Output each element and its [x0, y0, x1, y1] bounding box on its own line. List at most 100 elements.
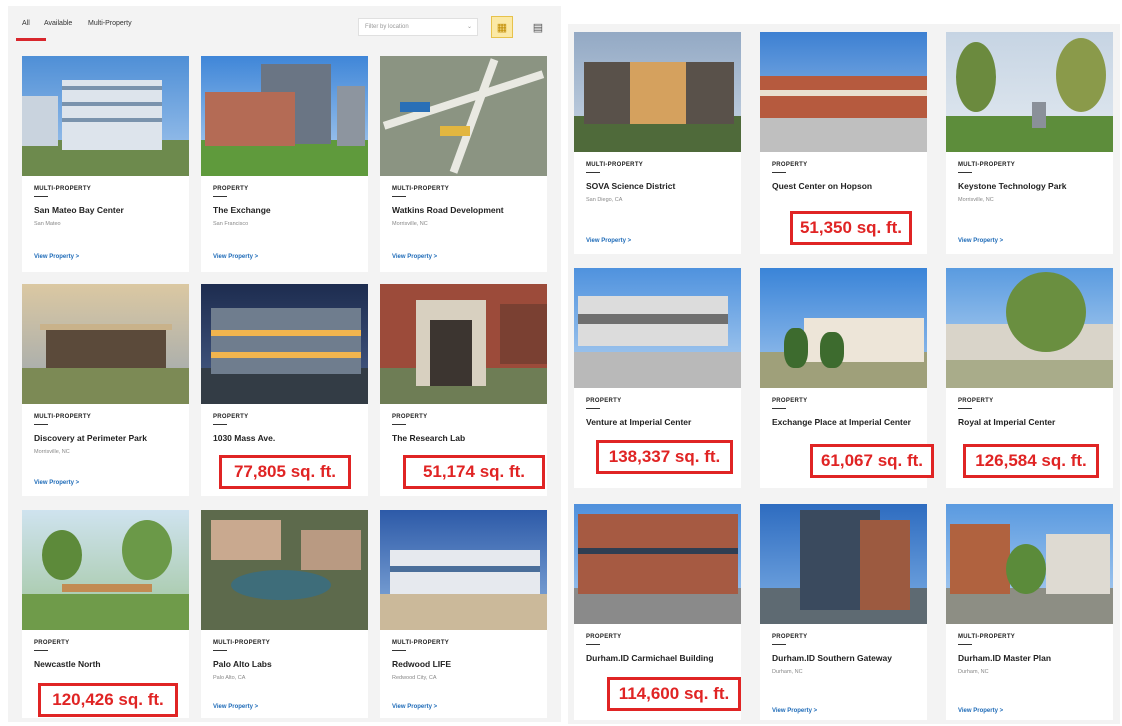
view-property-link[interactable]: View Property >	[586, 238, 631, 244]
property-name: Durham.ID Southern Gateway	[772, 653, 892, 663]
view-property-link[interactable]: View Property >	[392, 704, 437, 710]
property-photo	[760, 268, 927, 388]
property-card[interactable]: MULTI-PROPERTY Durham.ID Master Plan Dur…	[946, 504, 1113, 720]
property-type: PROPERTY	[772, 162, 808, 168]
property-type: PROPERTY	[392, 414, 428, 420]
property-type: MULTI-PROPERTY	[958, 634, 1016, 640]
property-location: Redwood City, CA	[392, 675, 437, 681]
property-name: Durham.ID Carmichael Building	[586, 653, 714, 663]
property-photo	[201, 510, 368, 630]
sqft-callout: 114,600 sq. ft.	[607, 677, 741, 711]
left-listing-panel: All Available Multi-Property Filter by l…	[8, 6, 561, 722]
property-photo	[946, 32, 1113, 152]
property-name: Keystone Technology Park	[958, 181, 1067, 191]
property-type: MULTI-PROPERTY	[392, 640, 450, 646]
property-photo	[574, 504, 741, 624]
property-type: PROPERTY	[958, 398, 994, 404]
property-card[interactable]: MULTI-PROPERTY Keystone Technology Park …	[946, 32, 1113, 254]
right-listing-panel: MULTI-PROPERTY SOVA Science District San…	[568, 24, 1120, 724]
property-type: PROPERTY	[772, 634, 808, 640]
sqft-callout: 126,584 sq. ft.	[963, 444, 1099, 478]
property-type: MULTI-PROPERTY	[586, 162, 644, 168]
property-location: Morrisville, NC	[34, 449, 70, 455]
property-name: 1030 Mass Ave.	[213, 433, 276, 443]
property-photo	[574, 32, 741, 152]
property-type: PROPERTY	[586, 634, 622, 640]
sqft-callout: 51,174 sq. ft.	[403, 455, 545, 489]
property-type: MULTI-PROPERTY	[958, 162, 1016, 168]
property-card[interactable]: PROPERTY The Exchange San Francisco View…	[201, 56, 368, 272]
property-location: Morrisville, NC	[392, 221, 428, 227]
property-photo	[946, 268, 1113, 388]
property-photo	[22, 510, 189, 630]
sqft-callout: 120,426 sq. ft.	[38, 683, 178, 717]
property-card[interactable]: PROPERTY Durham.ID Southern Gateway Durh…	[760, 504, 927, 720]
property-name: San Mateo Bay Center	[34, 205, 124, 215]
property-type: PROPERTY	[34, 640, 70, 646]
property-name: The Exchange	[213, 205, 271, 215]
property-location: Palo Alto, CA	[213, 675, 246, 681]
property-type: PROPERTY	[586, 398, 622, 404]
property-type: PROPERTY	[772, 398, 808, 404]
property-name: Quest Center on Hopson	[772, 181, 873, 191]
property-photo	[201, 284, 368, 404]
view-property-link[interactable]: View Property >	[772, 708, 817, 714]
property-name: Newcastle North	[34, 659, 101, 669]
property-type: MULTI-PROPERTY	[213, 640, 271, 646]
property-card[interactable]: MULTI-PROPERTY Redwood LIFE Redwood City…	[380, 510, 547, 718]
property-name: Palo Alto Labs	[213, 659, 272, 669]
location-filter-input[interactable]: Filter by location ⌄	[358, 18, 478, 36]
tab-available[interactable]: Available	[44, 20, 72, 27]
property-location: Morrisville, NC	[958, 197, 994, 203]
sqft-callout: 77,805 sq. ft.	[219, 455, 351, 489]
property-photo	[380, 284, 547, 404]
view-property-link[interactable]: View Property >	[213, 254, 258, 260]
property-map	[380, 56, 547, 176]
property-location: San Diego, CA	[586, 197, 623, 203]
property-photo	[201, 56, 368, 176]
property-photo	[380, 510, 547, 630]
view-property-link[interactable]: View Property >	[958, 708, 1003, 714]
list-view-button[interactable]: ▤	[527, 16, 549, 38]
property-name: Royal at Imperial Center	[958, 417, 1056, 427]
property-name: Watkins Road Development	[392, 205, 504, 215]
property-card[interactable]: MULTI-PROPERTY SOVA Science District San…	[574, 32, 741, 254]
tab-multi-property[interactable]: Multi-Property	[88, 20, 132, 27]
property-type: PROPERTY	[213, 414, 249, 420]
property-name: Durham.ID Master Plan	[958, 653, 1052, 663]
property-location: San Mateo	[34, 221, 61, 227]
property-type: MULTI-PROPERTY	[392, 186, 450, 192]
property-photo	[22, 56, 189, 176]
grid-icon: ▦	[496, 21, 508, 34]
chevron-down-icon: ⌄	[466, 24, 472, 30]
view-property-link[interactable]: View Property >	[213, 704, 258, 710]
property-name: Discovery at Perimeter Park	[34, 433, 147, 443]
property-type: MULTI-PROPERTY	[34, 186, 92, 192]
property-location: Durham, NC	[958, 669, 989, 675]
property-location: Durham, NC	[772, 669, 803, 675]
property-name: Venture at Imperial Center	[586, 417, 692, 427]
property-name: SOVA Science District	[586, 181, 676, 191]
view-property-link[interactable]: View Property >	[34, 254, 79, 260]
active-tab-indicator	[16, 38, 46, 41]
property-card[interactable]: MULTI-PROPERTY Discovery at Perimeter Pa…	[22, 284, 189, 496]
location-filter-placeholder: Filter by location	[365, 24, 409, 30]
view-property-link[interactable]: View Property >	[958, 238, 1003, 244]
property-card[interactable]: MULTI-PROPERTY Palo Alto Labs Palo Alto,…	[201, 510, 368, 718]
list-icon: ▤	[532, 21, 544, 34]
property-name: Redwood LIFE	[392, 659, 452, 669]
view-property-link[interactable]: View Property >	[34, 480, 79, 486]
tab-all[interactable]: All	[22, 20, 30, 27]
filter-bar: All Available Multi-Property Filter by l…	[8, 6, 561, 46]
grid-view-button[interactable]: ▦	[491, 16, 513, 38]
property-card[interactable]: MULTI-PROPERTY Watkins Road Development …	[380, 56, 547, 272]
view-property-link[interactable]: View Property >	[392, 254, 437, 260]
property-photo	[946, 504, 1113, 624]
property-card[interactable]: MULTI-PROPERTY San Mateo Bay Center San …	[22, 56, 189, 272]
sqft-callout: 138,337 sq. ft.	[596, 440, 733, 474]
property-photo	[760, 32, 927, 152]
sqft-callout: 61,067 sq. ft.	[810, 444, 934, 478]
property-type: MULTI-PROPERTY	[34, 414, 92, 420]
property-type: PROPERTY	[213, 186, 249, 192]
property-name: The Research Lab	[392, 433, 466, 443]
